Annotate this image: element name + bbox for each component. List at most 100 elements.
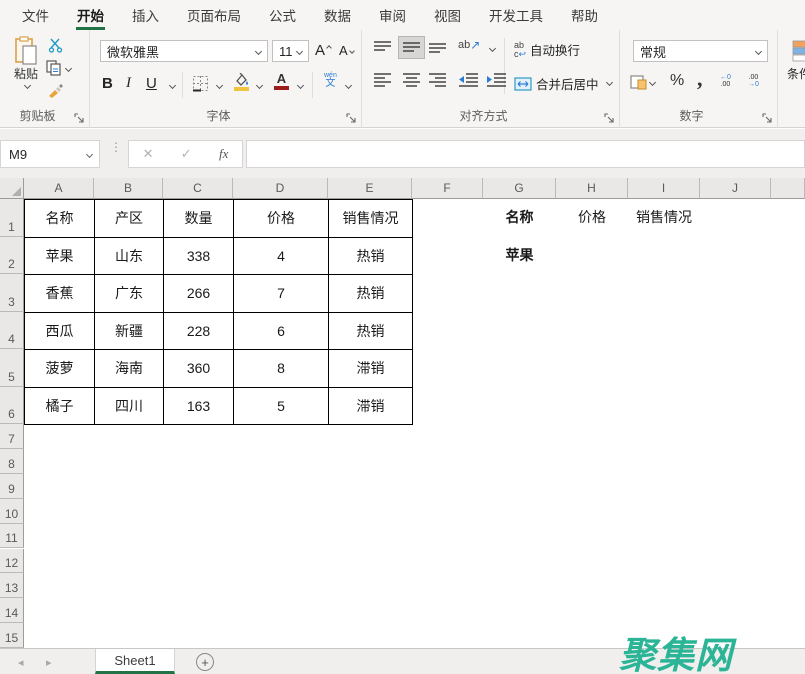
clipboard-dialog-launcher-icon[interactable] <box>74 111 86 123</box>
tab-view[interactable]: 视图 <box>420 0 475 30</box>
row-header-6[interactable]: 6 <box>0 387 24 425</box>
bold-button[interactable]: B <box>102 75 113 92</box>
cell-g1[interactable]: 名称 <box>483 199 556 237</box>
decrease-decimal-button[interactable]: .00 →0 <box>748 74 759 88</box>
decrease-font-size-button[interactable]: A <box>339 43 354 58</box>
select-all-corner[interactable] <box>0 178 24 199</box>
cell-d2[interactable]: 4 <box>234 237 329 275</box>
cell-b1[interactable]: 产区 <box>95 200 164 238</box>
row-header-2[interactable]: 2 <box>0 237 24 275</box>
cell-h1[interactable]: 价格 <box>556 199 628 237</box>
borders-button[interactable] <box>192 75 209 92</box>
font-name-combo[interactable]: 微软雅黑 <box>100 40 268 62</box>
paste-button[interactable]: 粘贴 <box>8 36 44 88</box>
row-header-7[interactable]: 7 <box>0 424 24 449</box>
row-header-11[interactable]: 11 <box>0 524 24 549</box>
col-header-h[interactable]: H <box>556 178 628 199</box>
col-header-e[interactable]: E <box>328 178 412 199</box>
align-left-button[interactable] <box>373 72 392 87</box>
orientation-button[interactable]: ab ↗ <box>458 38 480 52</box>
tab-data[interactable]: 数据 <box>310 0 365 30</box>
font-size-combo[interactable]: 11 <box>272 40 309 62</box>
cell-c2[interactable]: 338 <box>164 237 234 275</box>
copy-button[interactable] <box>46 60 71 76</box>
cell-b2[interactable]: 山东 <box>95 237 164 275</box>
decrease-indent-button[interactable] <box>458 72 479 87</box>
wrap-text-button[interactable]: abc↩ 自动换行 <box>514 40 580 59</box>
phonetic-guide-button[interactable]: wén 文 <box>324 72 337 89</box>
cell-d4[interactable]: 6 <box>234 312 329 350</box>
cell-a2[interactable]: 苹果 <box>25 237 95 275</box>
cell-c5[interactable]: 360 <box>164 350 234 388</box>
cell-c6[interactable]: 163 <box>164 387 234 425</box>
cell-b5[interactable]: 海南 <box>95 350 164 388</box>
cell-e2[interactable]: 热销 <box>329 237 413 275</box>
cell-e3[interactable]: 热销 <box>329 275 413 313</box>
align-right-button[interactable] <box>428 72 447 87</box>
align-center-button[interactable] <box>402 72 421 87</box>
sheet-tab-sheet1[interactable]: Sheet1 <box>95 649 175 674</box>
col-header-c[interactable]: C <box>163 178 233 199</box>
tab-page-layout[interactable]: 页面布局 <box>173 0 255 30</box>
cell-d5[interactable]: 8 <box>234 350 329 388</box>
tab-file[interactable]: 文件 <box>8 0 63 30</box>
row-header-13[interactable]: 13 <box>0 573 24 598</box>
row-header-15[interactable]: 15 <box>0 623 24 648</box>
cell-a5[interactable]: 菠萝 <box>25 350 95 388</box>
row-header-12[interactable]: 12 <box>0 549 24 574</box>
formula-bar-grip[interactable]: ⋮ <box>110 145 122 150</box>
font-dialog-launcher-icon[interactable] <box>346 111 358 123</box>
cell-c4[interactable]: 228 <box>164 312 234 350</box>
cell-e4[interactable]: 热销 <box>329 312 413 350</box>
col-header-partial[interactable] <box>771 178 805 199</box>
prev-sheet-arrow-icon[interactable]: ◂ <box>18 656 24 669</box>
tab-insert[interactable]: 插入 <box>118 0 173 30</box>
row-header-1[interactable]: 1 <box>0 199 24 237</box>
merge-center-button[interactable]: 合并后居中 <box>514 74 599 93</box>
row-header-8[interactable]: 8 <box>0 449 24 474</box>
align-top-button[interactable] <box>373 40 392 55</box>
cell-e1[interactable]: 销售情况 <box>329 200 413 238</box>
align-bottom-button[interactable] <box>428 40 447 55</box>
cell-i1[interactable]: 销售情况 <box>628 199 700 237</box>
number-format-combo[interactable]: 常规 <box>633 40 768 62</box>
font-color-button[interactable]: A <box>274 72 289 90</box>
cell-g2[interactable]: 苹果 <box>483 237 556 275</box>
formula-input[interactable] <box>246 140 805 168</box>
format-painter-button[interactable] <box>47 83 64 98</box>
tab-home[interactable]: 开始 <box>63 0 118 30</box>
row-header-5[interactable]: 5 <box>0 349 24 387</box>
italic-button[interactable]: I <box>126 75 131 92</box>
add-sheet-button[interactable]: + <box>196 653 214 671</box>
cell-a6[interactable]: 橘子 <box>25 387 95 425</box>
cell-c1[interactable]: 数量 <box>164 200 234 238</box>
fill-color-button[interactable] <box>233 73 250 91</box>
next-sheet-arrow-icon[interactable]: ▸ <box>46 656 52 669</box>
increase-indent-button[interactable] <box>486 72 507 87</box>
col-header-b[interactable]: B <box>94 178 163 199</box>
tab-help[interactable]: 帮助 <box>557 0 612 30</box>
cut-button[interactable] <box>48 38 63 53</box>
alignment-dialog-launcher-icon[interactable] <box>604 111 616 123</box>
col-header-g[interactable]: G <box>483 178 556 199</box>
percent-style-button[interactable]: % <box>670 72 684 90</box>
col-header-f[interactable]: F <box>412 178 483 199</box>
name-box[interactable]: M9 <box>0 140 100 168</box>
cell-b4[interactable]: 新疆 <box>95 312 164 350</box>
align-middle-button[interactable] <box>399 37 424 58</box>
cell-b3[interactable]: 广东 <box>95 275 164 313</box>
tab-review[interactable]: 审阅 <box>365 0 420 30</box>
underline-button[interactable]: U <box>146 75 157 92</box>
col-header-d[interactable]: D <box>233 178 328 199</box>
cell-a4[interactable]: 西瓜 <box>25 312 95 350</box>
cell-d6[interactable]: 5 <box>234 387 329 425</box>
comma-style-button[interactable]: , <box>697 66 703 92</box>
cell-e5[interactable]: 滞销 <box>329 350 413 388</box>
accounting-format-button[interactable] <box>630 74 655 90</box>
tab-formulas[interactable]: 公式 <box>255 0 310 30</box>
cell-c3[interactable]: 266 <box>164 275 234 313</box>
row-header-4[interactable]: 4 <box>0 312 24 350</box>
cell-d3[interactable]: 7 <box>234 275 329 313</box>
col-header-i[interactable]: I <box>628 178 700 199</box>
row-header-10[interactable]: 10 <box>0 499 24 524</box>
